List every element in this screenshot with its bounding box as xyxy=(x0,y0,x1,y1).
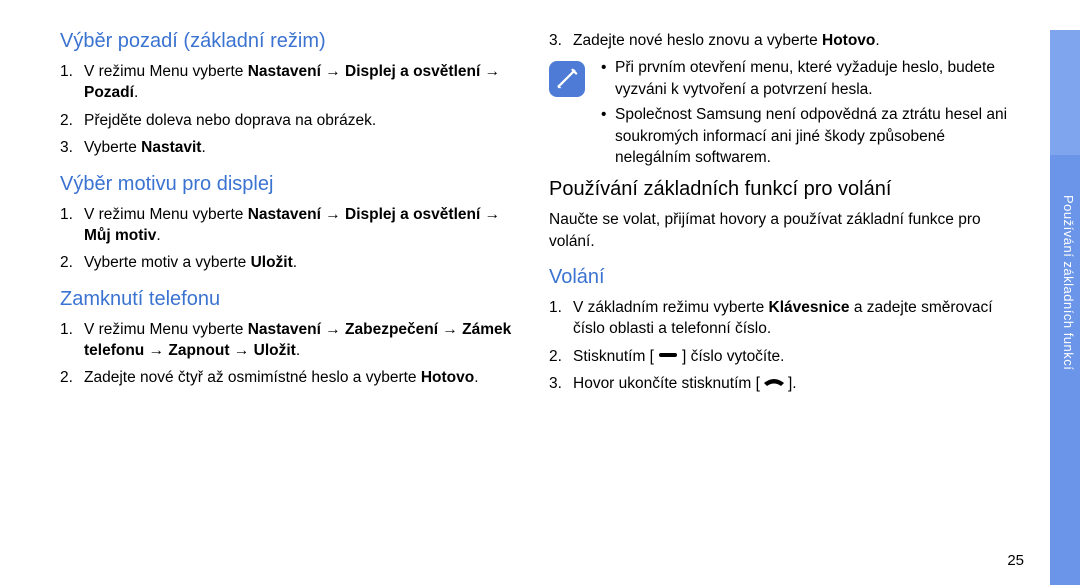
list-lock-continued: Zadejte nové heslo znovu a vyberte Hotov… xyxy=(549,30,1024,51)
note-item: Společnost Samsung není odpovědná za ztr… xyxy=(615,104,1024,168)
paragraph: Naučte se volat, přijímat hovory a použí… xyxy=(549,209,1024,252)
heading-lock: Zamknutí telefonu xyxy=(60,288,525,311)
heading-wallpaper: Výběr pozadí (základní režim) xyxy=(60,30,525,53)
list-item: Zadejte nové čtyř až osmimístné heslo a … xyxy=(84,367,525,388)
note-box: Při prvním otevření menu, které vyžaduje… xyxy=(549,57,1024,172)
left-column: Výběr pozadí (základní režim) V režimu M… xyxy=(60,30,525,565)
list-item: Hovor ukončíte stisknutím []. xyxy=(573,373,1024,395)
list-item: V režimu Menu vyberte Nastavení → Zabezp… xyxy=(84,319,525,362)
list-item: Vyberte motiv a vyberte Uložit. xyxy=(84,252,525,273)
list-item: Stisknutím [] číslo vytočíte. xyxy=(573,346,1024,368)
note-list: Při prvním otevření menu, které vyžaduje… xyxy=(599,57,1024,172)
right-column: Zadejte nové heslo znovu a vyberte Hotov… xyxy=(549,30,1024,565)
list-item: Vyberte Nastavit. xyxy=(84,137,525,158)
heading-calling: Používání základních funkcí pro volání xyxy=(549,178,1024,201)
note-icon xyxy=(549,61,585,97)
call-key-icon xyxy=(656,346,680,367)
list-item: V režimu Menu vyberte Nastavení → Disple… xyxy=(84,204,525,247)
list-wallpaper: V režimu Menu vyberte Nastavení → Disple… xyxy=(60,61,525,159)
list-item: V základním režimu vyberte Klávesnice a … xyxy=(573,297,1024,340)
list-call: V základním režimu vyberte Klávesnice a … xyxy=(549,297,1024,395)
document-page: Výběr pozadí (základní režim) V režimu M… xyxy=(0,0,1080,585)
side-tab-label: Používání základních funkcí xyxy=(1061,195,1076,370)
end-call-key-icon xyxy=(762,374,786,395)
heading-call: Volání xyxy=(549,266,1024,289)
list-item: Zadejte nové heslo znovu a vyberte Hotov… xyxy=(573,30,1024,51)
list-theme: V režimu Menu vyberte Nastavení → Disple… xyxy=(60,204,525,274)
note-item: Při prvním otevření menu, které vyžaduje… xyxy=(615,57,1024,100)
list-item: Přejděte doleva nebo doprava na obrázek. xyxy=(84,110,525,131)
heading-theme: Výběr motivu pro displej xyxy=(60,173,525,196)
page-number: 25 xyxy=(1007,552,1024,569)
list-item: V režimu Menu vyberte Nastavení → Disple… xyxy=(84,61,525,104)
list-lock: V režimu Menu vyberte Nastavení → Zabezp… xyxy=(60,319,525,389)
